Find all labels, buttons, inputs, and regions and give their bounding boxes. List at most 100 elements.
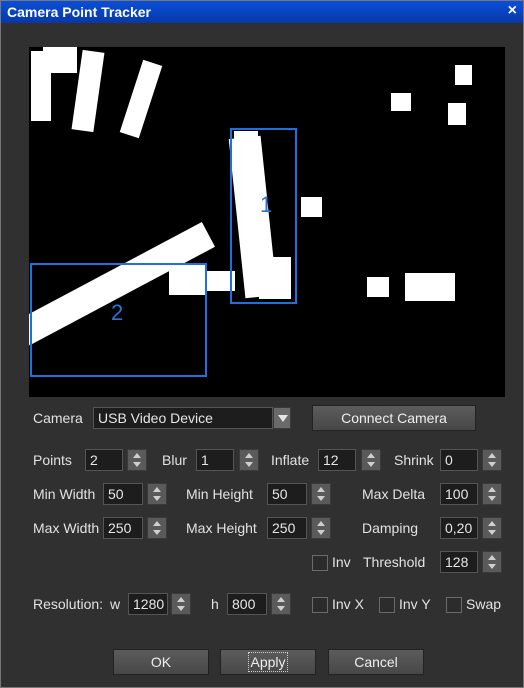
swap-checkbox[interactable] — [446, 597, 462, 613]
title-bar[interactable]: Camera Point Tracker × — [1, 1, 523, 23]
camera-label: Camera — [33, 410, 83, 426]
arrow-down-icon — [245, 462, 253, 467]
max-delta-stepper[interactable] — [482, 483, 502, 505]
blob — [119, 59, 163, 139]
arrow-up-icon — [488, 555, 496, 560]
max-width-stepper[interactable] — [147, 517, 167, 539]
points-input[interactable]: 2 — [85, 449, 123, 471]
points-label: Points — [33, 452, 72, 468]
resolution-h-input[interactable]: 800 — [227, 593, 267, 615]
blob — [405, 273, 455, 301]
blob — [301, 197, 322, 217]
min-height-label: Min Height — [186, 486, 253, 502]
inv-y-label: Inv Y — [399, 596, 431, 612]
arrow-down-icon — [488, 462, 496, 467]
min-height-input[interactable]: 50 — [267, 483, 307, 505]
min-width-label: Min Width — [33, 486, 96, 502]
arrow-up-icon — [488, 521, 496, 526]
camera-point-tracker-window: Camera Point Tracker × 1 2 Camera USB Vi… — [0, 0, 524, 688]
camera-preview: 1 2 — [29, 47, 505, 397]
inflate-stepper[interactable] — [361, 449, 381, 471]
arrow-down-icon — [367, 462, 375, 467]
max-width-label: Max Width — [33, 520, 100, 536]
blob — [448, 103, 466, 125]
arrow-down-icon — [317, 530, 325, 535]
arrow-up-icon — [153, 487, 161, 492]
resolution-label: Resolution: — [33, 596, 104, 612]
tracker-label-1: 1 — [260, 192, 273, 217]
chevron-down-icon — [278, 415, 288, 422]
apply-button-label: Apply — [248, 652, 288, 672]
damping-label: Damping — [362, 520, 419, 536]
arrow-up-icon — [277, 597, 285, 602]
close-icon[interactable]: × — [508, 2, 517, 20]
arrow-up-icon — [488, 453, 496, 458]
arrow-down-icon — [277, 606, 285, 611]
apply-button[interactable]: Apply — [220, 649, 316, 675]
arrow-down-icon — [488, 564, 496, 569]
arrow-down-icon — [133, 462, 141, 467]
connect-camera-button[interactable]: Connect Camera — [312, 405, 476, 431]
inflate-label: Inflate — [271, 452, 310, 468]
arrow-down-icon — [177, 606, 185, 611]
cancel-button-label: Cancel — [354, 654, 398, 670]
threshold-stepper[interactable] — [482, 551, 502, 573]
window-title: Camera Point Tracker — [7, 4, 151, 20]
ok-button-label: OK — [150, 654, 172, 670]
points-stepper[interactable] — [127, 449, 147, 471]
arrow-up-icon — [317, 487, 325, 492]
cancel-button[interactable]: Cancel — [328, 649, 424, 675]
inv-x-label: Inv X — [332, 596, 364, 612]
arrow-down-icon — [317, 496, 325, 501]
arrow-down-icon — [153, 496, 161, 501]
min-width-input[interactable]: 50 — [103, 483, 143, 505]
blob — [43, 47, 77, 73]
shrink-input[interactable]: 0 — [440, 449, 478, 471]
tracker-label-2: 2 — [111, 300, 124, 325]
inv-y-checkbox[interactable] — [379, 597, 395, 613]
arrow-down-icon — [153, 530, 161, 535]
resolution-w-label: w — [110, 596, 121, 612]
arrow-up-icon — [133, 453, 141, 458]
max-delta-input[interactable]: 100 — [440, 483, 478, 505]
arrow-up-icon — [488, 487, 496, 492]
inv-label: Inv — [332, 554, 351, 570]
damping-stepper[interactable] — [482, 517, 502, 539]
blur-input[interactable]: 1 — [196, 449, 234, 471]
threshold-label: Threshold — [363, 554, 426, 570]
blob — [367, 277, 389, 297]
arrow-down-icon — [488, 496, 496, 501]
max-delta-label: Max Delta — [362, 486, 426, 502]
inv-x-checkbox[interactable] — [312, 597, 328, 613]
blob — [391, 93, 411, 111]
arrow-up-icon — [177, 597, 185, 602]
inv-checkbox[interactable] — [312, 555, 328, 571]
damping-input[interactable]: 0,20 — [440, 517, 478, 539]
shrink-stepper[interactable] — [482, 449, 502, 471]
arrow-up-icon — [317, 521, 325, 526]
blur-label: Blur — [162, 452, 187, 468]
max-height-stepper[interactable] — [311, 517, 331, 539]
min-width-stepper[interactable] — [147, 483, 167, 505]
resolution-h-stepper[interactable] — [271, 593, 291, 615]
resolution-w-input[interactable]: 1280 — [128, 593, 168, 615]
ok-button[interactable]: OK — [113, 649, 209, 675]
max-height-input[interactable]: 250 — [267, 517, 307, 539]
camera-select[interactable]: USB Video Device — [93, 407, 273, 429]
shrink-label: Shrink — [394, 452, 434, 468]
swap-label: Swap — [466, 596, 502, 612]
max-height-label: Max Height — [186, 520, 257, 536]
inflate-input[interactable]: 12 — [318, 449, 356, 471]
arrow-down-icon — [488, 530, 496, 535]
resolution-w-stepper[interactable] — [171, 593, 191, 615]
resolution-h-label: h — [211, 596, 219, 612]
camera-dropdown-button[interactable] — [273, 407, 291, 429]
arrow-up-icon — [245, 453, 253, 458]
max-width-input[interactable]: 250 — [103, 517, 143, 539]
min-height-stepper[interactable] — [311, 483, 331, 505]
blob — [455, 65, 472, 85]
blur-stepper[interactable] — [239, 449, 259, 471]
threshold-input[interactable]: 128 — [440, 551, 478, 573]
arrow-up-icon — [153, 521, 161, 526]
arrow-up-icon — [367, 453, 375, 458]
